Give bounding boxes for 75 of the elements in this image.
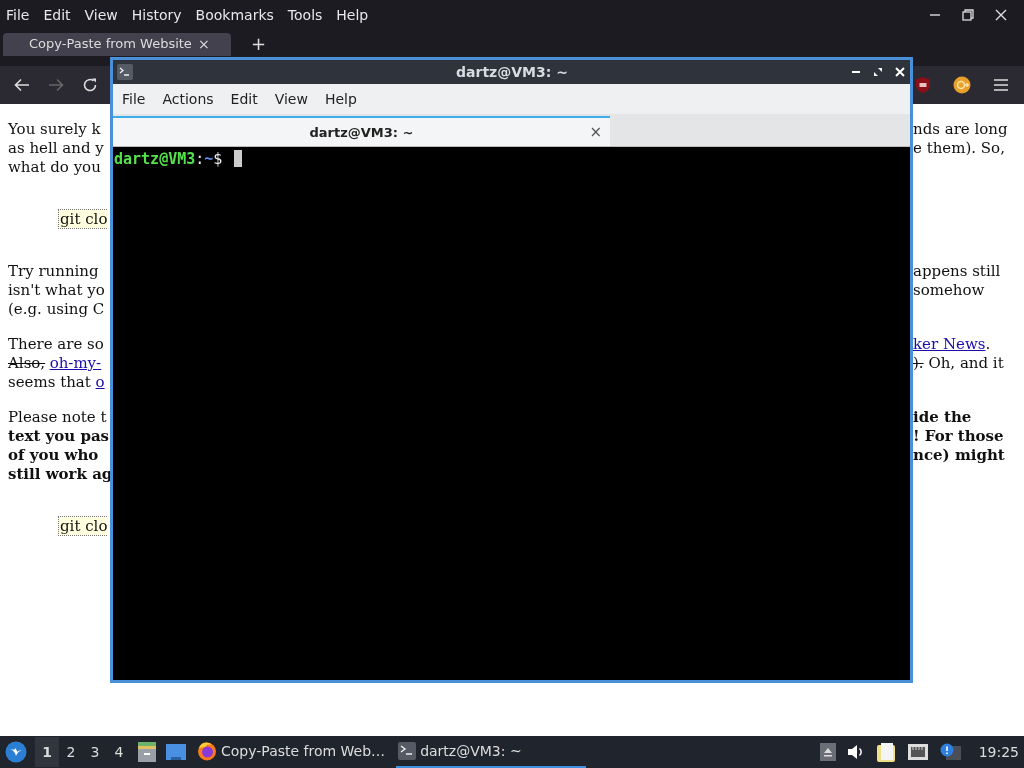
page-text: Oh, and it (927, 354, 1004, 372)
page-text: (e.g. using C (8, 300, 105, 318)
terminal-icon (117, 64, 133, 80)
menu-item[interactable]: Tools (287, 7, 323, 23)
menu-item[interactable]: View (274, 91, 308, 107)
reload-icon[interactable] (82, 77, 98, 93)
notification-icon[interactable] (939, 743, 962, 761)
menu-item[interactable]: Edit (43, 7, 71, 23)
tab-close-button[interactable]: × (589, 123, 602, 141)
new-tab-button[interactable]: + (251, 33, 267, 55)
page-text: somehow (913, 281, 985, 299)
file-cabinet-icon[interactable] (137, 741, 157, 763)
close-icon[interactable] (995, 9, 1007, 21)
code-snippet: git clo (58, 516, 108, 536)
tab-close-button[interactable]: × (197, 36, 210, 56)
start-menu-icon[interactable] (5, 741, 27, 763)
bold-text: text you pas (8, 427, 110, 445)
struck-text: ). (913, 354, 924, 372)
struck-text: Also, (8, 354, 46, 372)
prompt-user: dartz@VM3 (114, 149, 196, 168)
bold-text: of you who (8, 446, 99, 464)
restore-icon[interactable] (962, 9, 974, 21)
page-text: You surely k (8, 120, 101, 138)
page-link[interactable]: o (95, 373, 105, 391)
taskbar-button[interactable]: Copy-Paste from Web… (195, 736, 392, 768)
menu-item[interactable]: Help (324, 91, 357, 107)
taskbar-button[interactable]: dartz@VM3: ~ (396, 736, 587, 768)
workspace-button[interactable]: 3 (83, 737, 107, 767)
page-text: isn't what yo (8, 281, 105, 299)
menu-item[interactable]: Edit (230, 91, 258, 107)
browser-tab[interactable]: Copy-Paste from Website × (3, 33, 231, 56)
window-title: dartz@VM3: ~ (455, 64, 569, 80)
page-link[interactable]: ker News (913, 335, 986, 353)
clock[interactable]: 19:25 (978, 744, 1019, 760)
code-snippet: git clo (58, 209, 108, 229)
menu-item[interactable]: File (122, 91, 146, 107)
menu-item[interactable]: History (131, 7, 182, 23)
page-text: There are so (8, 335, 104, 353)
page-text: . (985, 335, 991, 353)
menu-icon[interactable] (993, 78, 1009, 92)
clipboard-icon[interactable] (875, 742, 896, 762)
volume-icon[interactable] (846, 744, 865, 760)
workspace-button[interactable]: 1 (35, 737, 59, 767)
menu-item[interactable]: File (6, 7, 30, 23)
shield-icon[interactable] (915, 76, 931, 94)
menu-item[interactable]: View (84, 7, 118, 23)
page-text: Please note t (8, 408, 107, 426)
menu-item[interactable]: Actions (162, 91, 214, 107)
bold-text: ide the (913, 408, 972, 426)
bold-text: nce) might (913, 446, 1005, 464)
eject-icon[interactable] (819, 743, 836, 761)
workspace-button[interactable]: 2 (59, 737, 83, 767)
prompt-symbol: $ (213, 149, 223, 168)
menu-item[interactable]: Help (336, 7, 369, 23)
network-icon[interactable] (906, 743, 929, 761)
firefox-icon (197, 741, 217, 761)
page-text: as hell and y (8, 139, 104, 157)
terminal-tab[interactable]: dartz@VM3: ~ × (113, 116, 610, 146)
page-text: nds are long (913, 120, 1008, 138)
terminal-icon (398, 742, 417, 760)
page-text: Try running (8, 262, 99, 280)
text-cursor (234, 150, 243, 167)
menu-item[interactable]: Bookmarks (195, 7, 274, 23)
prompt-separator: : (195, 149, 205, 168)
page-text: e them). So, (913, 139, 1005, 157)
bold-text: ! For those (913, 427, 1004, 445)
extension-icon[interactable] (953, 76, 971, 94)
desktop-icon[interactable] (165, 743, 187, 761)
prompt-path: ~ (204, 149, 214, 168)
page-text: what do you (8, 158, 101, 176)
page-text: seems that (8, 373, 92, 391)
back-icon[interactable] (14, 78, 30, 92)
page-link[interactable]: oh-my- (49, 354, 102, 372)
page-text: appens still (913, 262, 1001, 280)
workspace-button[interactable]: 4 (107, 737, 131, 767)
